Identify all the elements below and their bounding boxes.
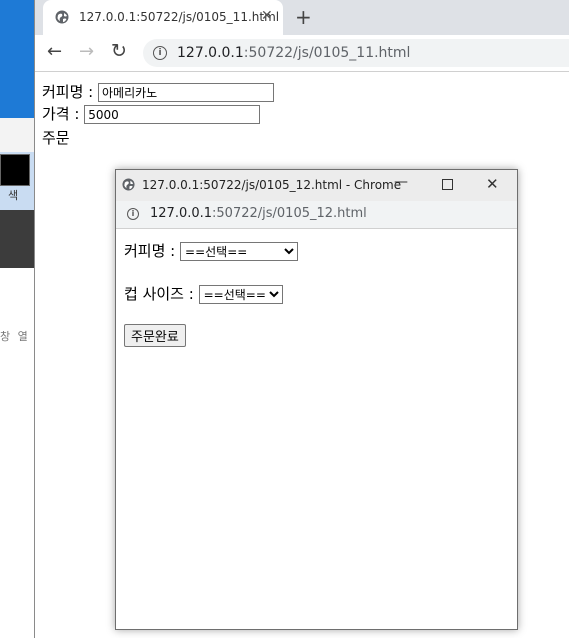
globe-icon <box>55 10 69 24</box>
info-icon[interactable]: i <box>153 46 167 60</box>
popup-title-bar[interactable]: 127.0.0.1:50722/js/0105_12.html - Chrome… <box>116 170 517 201</box>
popup-coffee-row: 커피명 : ==선택== <box>124 240 299 261</box>
address-url[interactable]: 127.0.0.1:50722/js/0105_11.html <box>177 45 410 61</box>
close-icon[interactable]: ✕ <box>486 175 499 193</box>
cup-size-select[interactable]: ==선택== <box>198 285 283 304</box>
background-app-panel <box>0 210 34 268</box>
tab-strip: 127.0.0.1:50722/js/0105_11.html ✕ + <box>35 0 569 35</box>
color-swatch-tool[interactable]: 색 <box>0 152 34 210</box>
popup-title: 127.0.0.1:50722/js/0105_12.html - Chrome <box>142 178 402 192</box>
forward-arrow-icon[interactable]: → <box>79 41 94 62</box>
price-row: 가격 : <box>42 103 261 124</box>
back-arrow-icon[interactable]: ← <box>47 41 62 62</box>
browser-toolbar: ← → ↻ i 127.0.0.1:50722/js/0105_11.html <box>35 35 569 72</box>
tab-close-icon[interactable]: ✕ <box>261 8 273 24</box>
popup-size-row: 컵 사이즈 : ==선택== <box>124 283 283 304</box>
address-bar[interactable]: i 127.0.0.1:50722/js/0105_11.html <box>143 39 569 67</box>
info-icon[interactable]: i <box>127 208 139 220</box>
black-color-swatch[interactable] <box>0 154 30 186</box>
browser-tab[interactable]: 127.0.0.1:50722/js/0105_11.html ✕ <box>43 0 283 35</box>
coffee-label: 커피명 : <box>42 83 94 101</box>
coffee-name-input[interactable] <box>98 83 275 102</box>
globe-icon <box>122 178 135 191</box>
background-app-header <box>0 0 34 118</box>
swatch-label: 색 <box>8 189 19 202</box>
minimize-icon[interactable]: — <box>394 174 408 190</box>
popup-window: 127.0.0.1:50722/js/0105_12.html - Chrome… <box>115 169 518 630</box>
maximize-icon[interactable] <box>442 179 453 190</box>
tab-title: 127.0.0.1:50722/js/0105_11.html <box>79 10 280 24</box>
background-app-toolbar <box>0 118 34 152</box>
background-app: 색 창 열 <box>0 0 34 638</box>
coffee-row: 커피명 : <box>42 81 275 102</box>
price-label: 가격 : <box>42 105 80 123</box>
price-input[interactable] <box>84 105 261 124</box>
order-complete-button[interactable]: 주문완료 <box>124 324 186 347</box>
coffee-select[interactable]: ==선택== <box>180 242 299 261</box>
popup-url[interactable]: 127.0.0.1:50722/js/0105_12.html <box>150 206 367 221</box>
cup-size-label: 컵 사이즈 : <box>124 285 194 303</box>
reload-icon[interactable]: ↻ <box>111 40 127 62</box>
order-link[interactable]: 주문 <box>42 127 70 148</box>
popup-address-bar[interactable]: i 127.0.0.1:50722/js/0105_12.html <box>116 201 517 229</box>
new-tab-button[interactable]: + <box>295 5 312 29</box>
background-app-text: 창 열 <box>0 330 30 343</box>
popup-coffee-label: 커피명 : <box>124 242 176 260</box>
